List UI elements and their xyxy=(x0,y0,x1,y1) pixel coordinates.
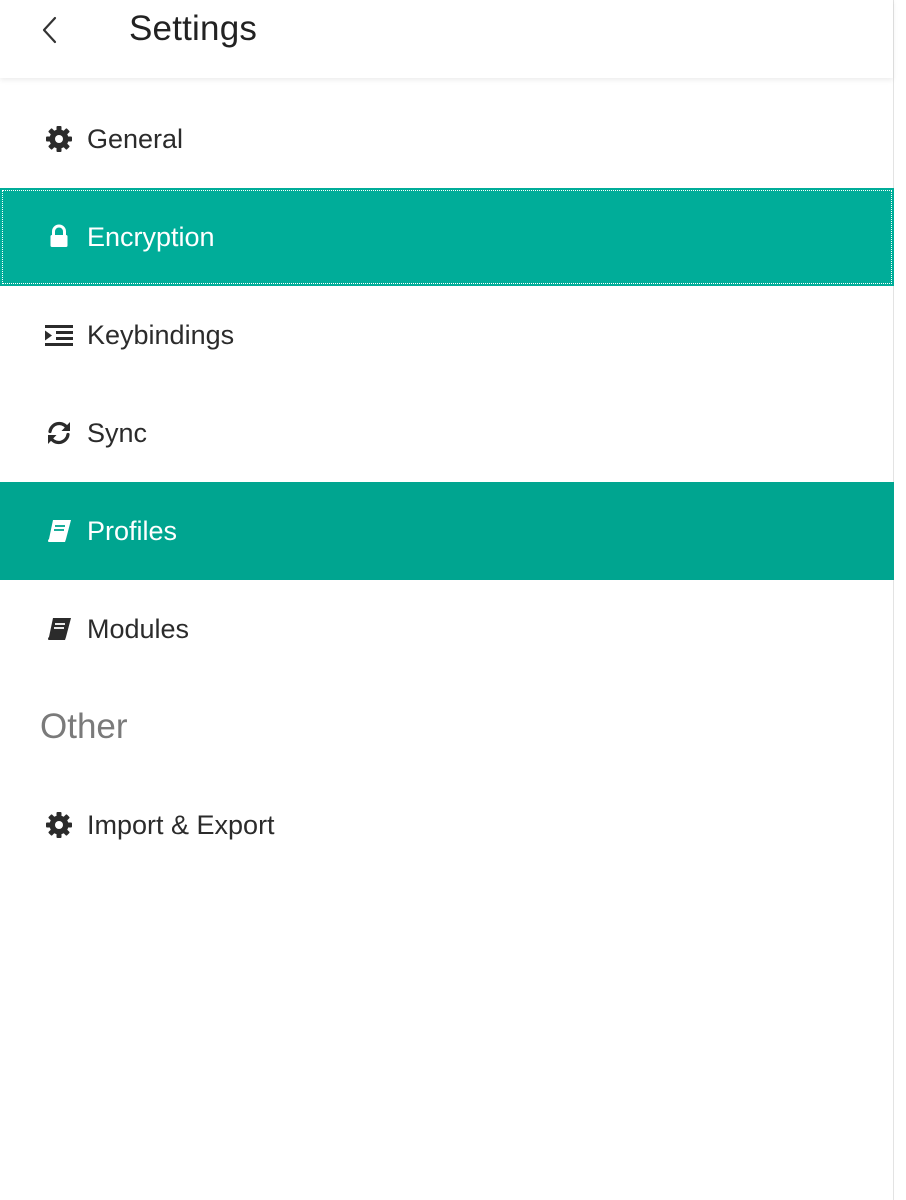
nav-item-modules[interactable]: Modules xyxy=(0,580,894,678)
nav-item-import-export[interactable]: Import & Export xyxy=(0,776,894,874)
back-button[interactable] xyxy=(32,10,68,50)
nav-item-label: Profiles xyxy=(87,516,178,546)
nav-item-label: Modules xyxy=(87,614,190,644)
book-icon xyxy=(44,516,74,546)
nav-item-sync[interactable]: Sync xyxy=(0,384,894,482)
book-icon xyxy=(44,614,74,644)
nav-item-label: Encryption xyxy=(87,222,215,252)
settings-nav: General Encryption Keybindings Sync Prof… xyxy=(0,90,894,874)
lock-icon xyxy=(44,222,74,252)
settings-window: Settings General Encryption Keybindings … xyxy=(0,0,906,1200)
nav-item-general[interactable]: General xyxy=(0,90,894,188)
nav-item-label: Keybindings xyxy=(87,320,235,350)
nav-item-profiles[interactable]: Profiles xyxy=(0,482,894,580)
nav-item-label: General xyxy=(87,124,184,154)
nav-item-encryption[interactable]: Encryption xyxy=(0,188,894,286)
indent-icon xyxy=(44,320,74,350)
nav-item-label: Sync xyxy=(87,418,148,448)
nav-item-keybindings[interactable]: Keybindings xyxy=(0,286,894,384)
gear-icon xyxy=(44,810,74,840)
section-heading-other: Other xyxy=(40,707,128,746)
header-bar: Settings xyxy=(0,0,893,78)
chevron-left-icon xyxy=(41,15,59,45)
sync-icon xyxy=(44,418,74,448)
nav-item-label: Import & Export xyxy=(87,810,275,840)
page-title: Settings xyxy=(129,9,258,48)
gear-icon xyxy=(44,124,74,154)
